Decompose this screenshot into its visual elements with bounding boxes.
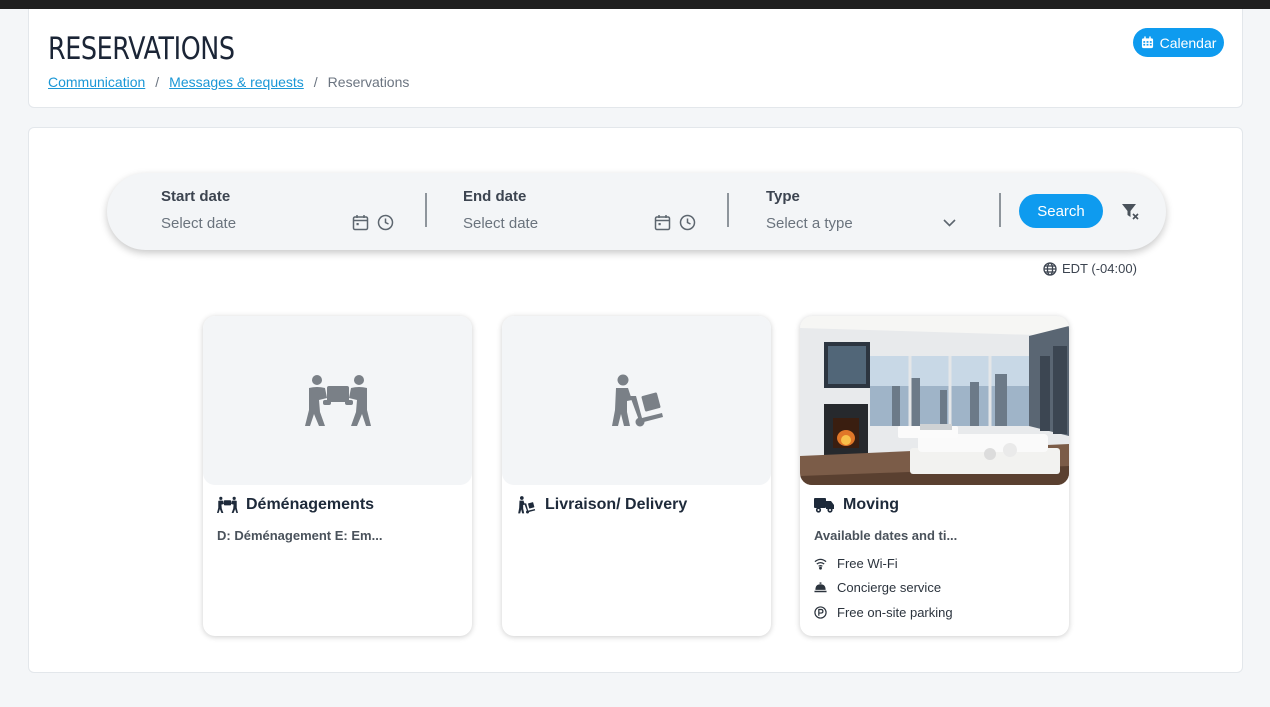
card-title-text: Livraison/ Delivery (545, 496, 688, 513)
amenity-item: Concierge service (814, 580, 941, 595)
end-date-input[interactable]: Select date (463, 215, 538, 232)
calendar-icon (1141, 36, 1153, 49)
people-carry-box-icon (304, 374, 371, 426)
amenity-label: Free Wi-Fi (837, 556, 898, 571)
start-date-input[interactable]: Select date (161, 215, 236, 232)
breadcrumb: Communication / Messages & requests / Re… (48, 74, 409, 90)
card-title: Déménagements (217, 496, 374, 514)
card-title: Livraison/ Delivery (516, 496, 687, 514)
page-title: RESERVATIONS (48, 31, 235, 67)
breadcrumb-separator: / (313, 74, 318, 90)
living-room-photo (800, 316, 1069, 485)
globe-icon (1043, 261, 1057, 276)
reservation-card[interactable]: Moving Available dates and ti... Free Wi… (800, 316, 1069, 636)
person-dolly-icon (518, 496, 536, 514)
card-description: Available dates and ti... (814, 528, 958, 543)
end-date-label: End date (463, 188, 527, 205)
card-title-text: Moving (843, 496, 899, 513)
card-media (203, 316, 472, 485)
wifi-icon (814, 558, 827, 570)
calendar-button[interactable]: Calendar (1133, 28, 1224, 57)
parking-icon (814, 606, 827, 619)
page-header: RESERVATIONS Communication / Messages & … (28, 9, 1243, 108)
person-dolly-icon (611, 374, 663, 426)
amenity-item: Free on-site parking (814, 605, 953, 620)
field-divider (727, 193, 729, 227)
clock-icon[interactable] (377, 214, 394, 231)
type-select-value[interactable]: Select a type (766, 215, 853, 232)
timezone-label: EDT (-04:00) (1062, 261, 1137, 276)
clock-icon[interactable] (679, 214, 696, 231)
timezone-indicator: EDT (-04:00) (1043, 261, 1137, 276)
reservation-card[interactable]: Déménagements D: Déménagement E: Em... (203, 316, 472, 636)
breadcrumb-current: Reservations (327, 74, 410, 90)
window-top-bar (0, 0, 1270, 9)
breadcrumb-communication[interactable]: Communication (48, 74, 145, 90)
start-date-label: Start date (161, 188, 231, 205)
breadcrumb-messages-requests[interactable]: Messages & requests (169, 74, 304, 90)
concierge-bell-icon (814, 582, 827, 593)
calendar-button-label: Calendar (1159, 34, 1217, 51)
truck-icon (814, 498, 834, 513)
calendar-icon[interactable] (654, 214, 671, 231)
card-media (502, 316, 771, 485)
search-button[interactable]: Search (1019, 194, 1103, 228)
card-description: D: Déménagement E: Em... (217, 528, 383, 543)
card-photo (800, 316, 1069, 485)
field-divider (999, 193, 1001, 227)
search-bar: Start date Select date End date Select d… (107, 173, 1166, 250)
reservation-card[interactable]: Livraison/ Delivery (502, 316, 771, 636)
amenity-label: Concierge service (837, 580, 942, 595)
amenity-label: Free on-site parking (837, 605, 953, 620)
card-title-text: Déménagements (246, 496, 375, 513)
people-carry-box-icon (217, 496, 238, 513)
card-title: Moving (814, 496, 899, 514)
breadcrumb-separator: / (155, 74, 160, 90)
chevron-down-icon[interactable] (941, 214, 958, 231)
amenity-item: Free Wi-Fi (814, 556, 898, 571)
field-divider (425, 193, 427, 227)
clear-filter-icon[interactable] (1120, 201, 1140, 221)
type-label: Type (766, 188, 800, 205)
reservations-panel: Start date Select date End date Select d… (28, 127, 1243, 673)
calendar-icon[interactable] (352, 214, 369, 231)
